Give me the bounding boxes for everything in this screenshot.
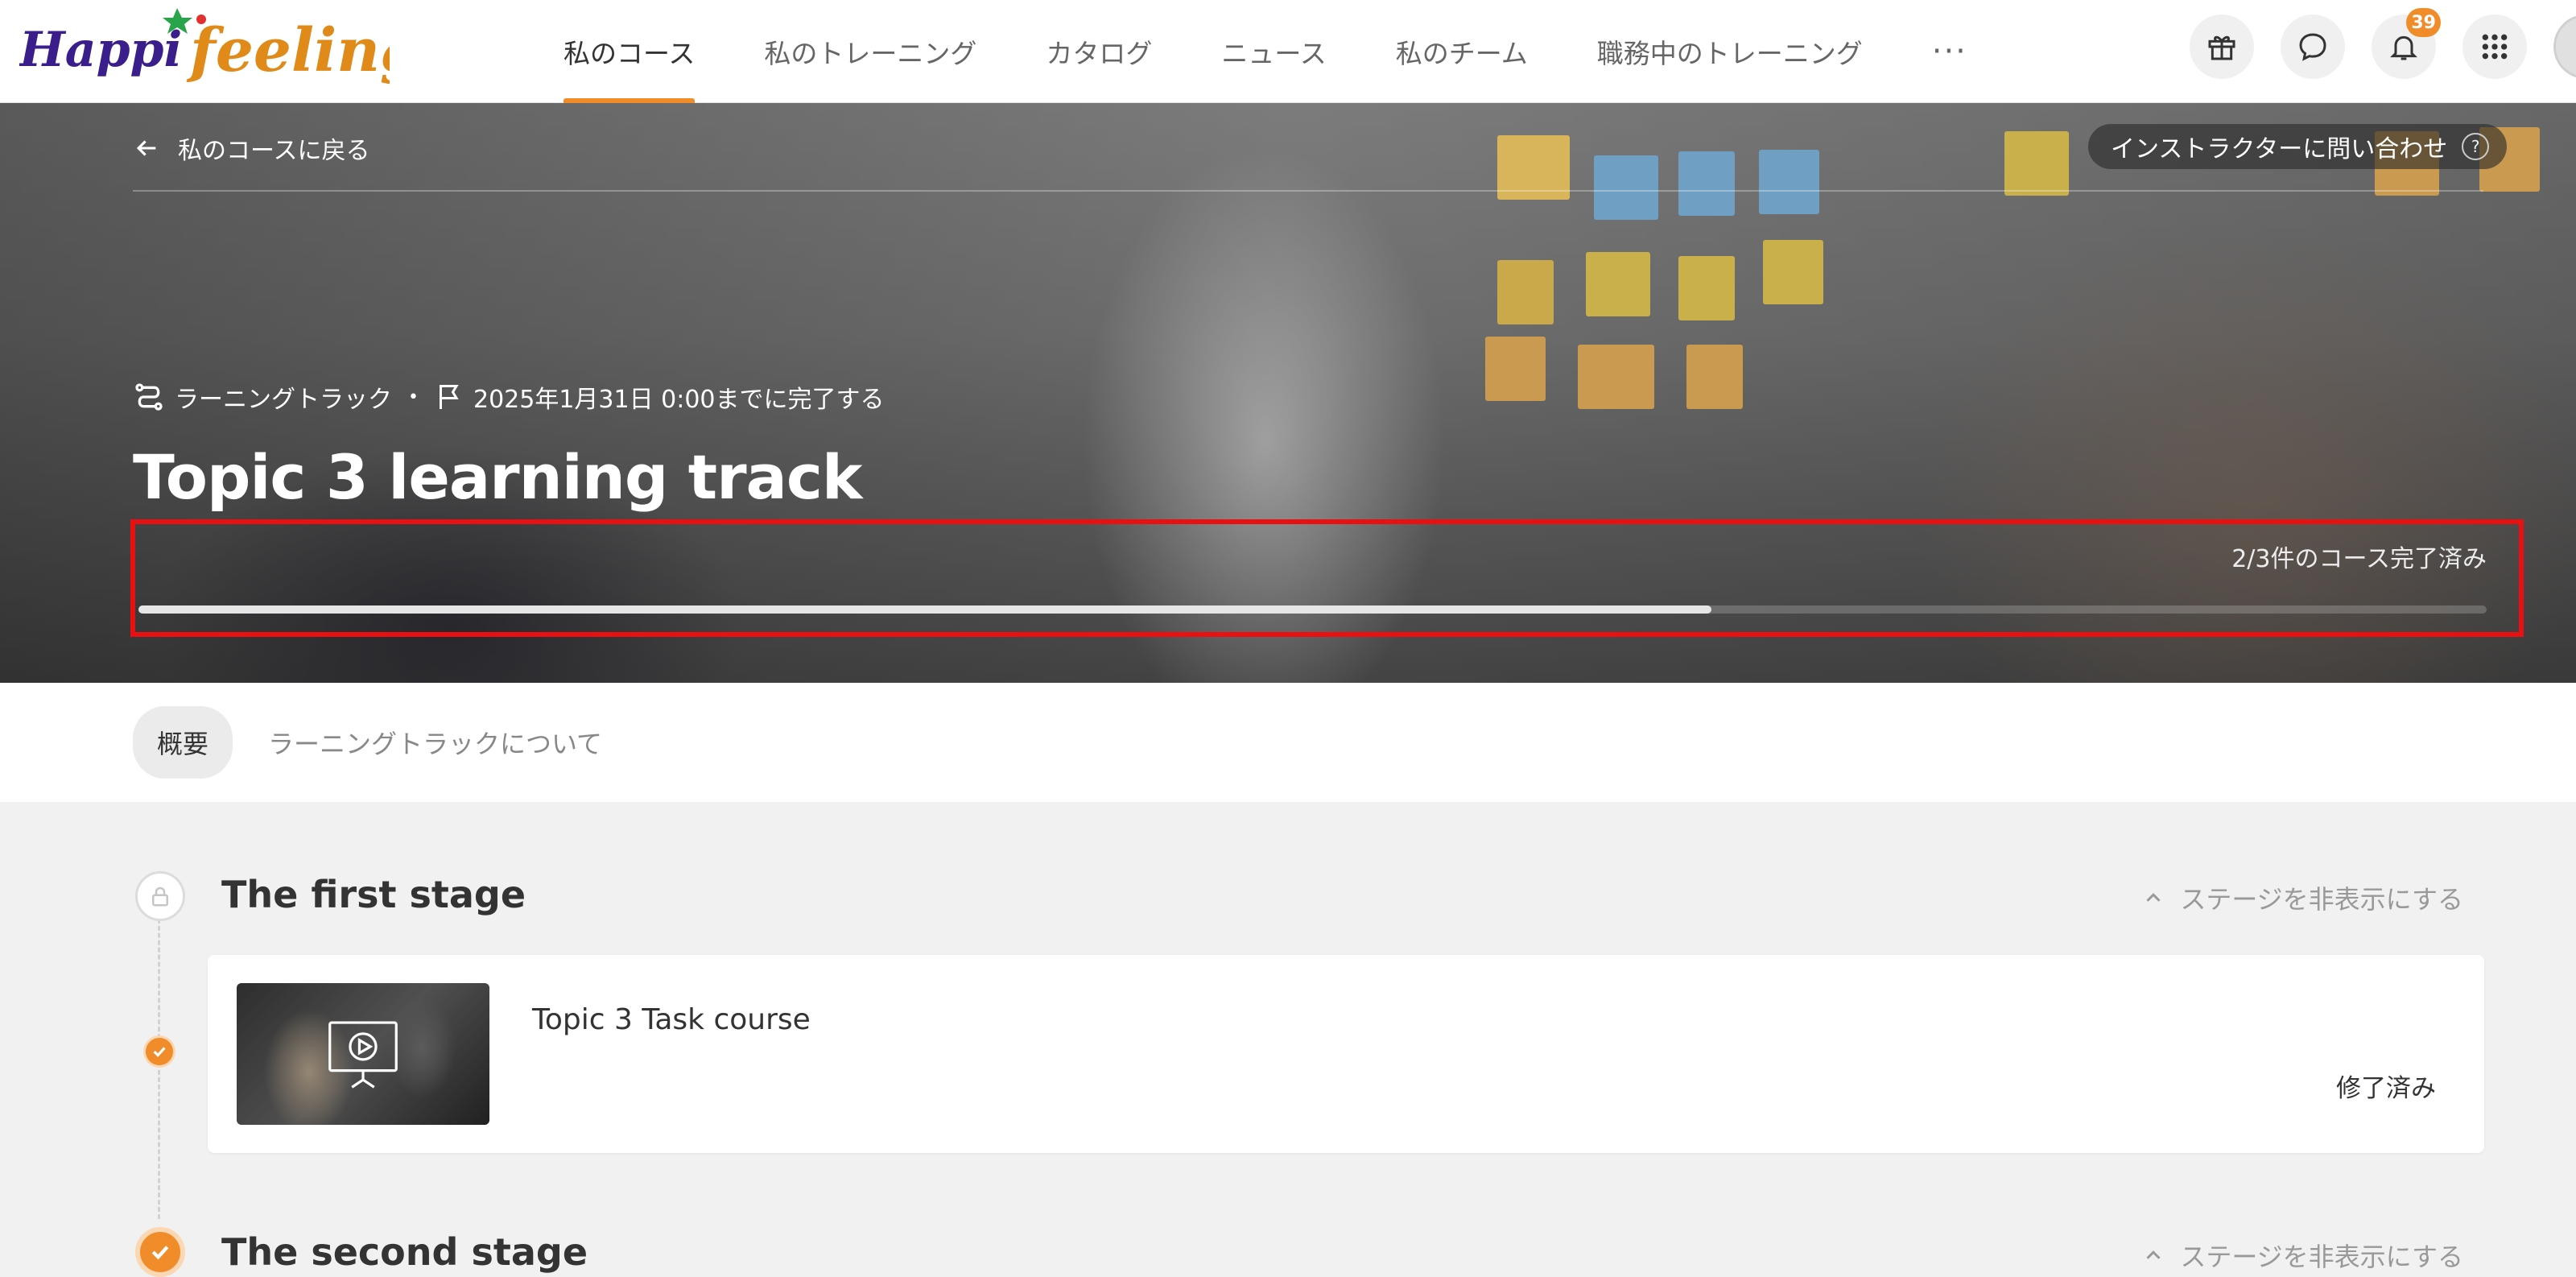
hide-stage-label: ステージを非表示にする	[2180, 884, 2463, 915]
back-link-label: 私のコースに戻る	[178, 137, 370, 165]
user-avatar[interactable]	[2553, 14, 2576, 79]
course-thumbnail-overlay	[237, 983, 489, 1125]
sticky-note	[1578, 345, 1654, 409]
check-icon	[151, 1246, 169, 1260]
svg-text:Happi: Happi	[19, 22, 182, 78]
back-to-my-courses-link[interactable]: 私のコースに戻る	[133, 130, 370, 166]
hero-divider	[133, 190, 2483, 192]
chevron-up-icon	[2146, 893, 2161, 902]
sticky-note	[1497, 260, 1554, 324]
progress-bar	[138, 605, 2487, 614]
happifeeling-logo[interactable]: Happi feeling	[19, 8, 390, 97]
due-date-label: 2025年1月31日 0:00までに完了する	[473, 386, 885, 414]
course-card[interactable]: Topic 3 Task course 修了済み	[208, 955, 2484, 1153]
page-title: Topic 3 learning track	[133, 441, 862, 513]
hide-stage-label: ステージを非表示にする	[2180, 1242, 2463, 1272]
tab-about-learning-track[interactable]: ラーニングトラックについて	[268, 724, 602, 761]
sticky-note	[1678, 151, 1735, 216]
tab-overview[interactable]: 概要	[133, 706, 233, 779]
chat-icon	[2299, 33, 2326, 61]
ask-instructor-button[interactable]: インストラクターに問い合わせ ?	[2088, 124, 2508, 169]
progress-bar-fill	[138, 605, 1712, 614]
gift-button[interactable]	[2190, 14, 2254, 79]
sticky-note	[2004, 131, 2069, 196]
apps-menu-button[interactable]	[2462, 14, 2527, 79]
arrow-left-icon	[136, 140, 156, 156]
hide-stage-button[interactable]: ステージを非表示にする	[2141, 1237, 2463, 1274]
flag-icon	[439, 385, 459, 409]
track-progress-section: 2/3件のコース完了済み	[130, 519, 2524, 637]
course-title: Topic 3 Task course	[532, 1003, 811, 1036]
nav-my-training[interactable]: 私のトレーニング	[748, 0, 993, 103]
sticky-note	[1594, 155, 1658, 220]
top-navigation-bar: Happi feeling 私のコース 私のトレーニング カタログ ニュース 私…	[0, 0, 2576, 103]
nav-news[interactable]: ニュース	[1205, 0, 1342, 103]
notifications-button[interactable]: 39	[2372, 8, 2441, 79]
nav-my-courses[interactable]: 私のコース	[547, 0, 711, 103]
stage-title: The first stage	[221, 873, 526, 916]
tab-bar: 概要 ラーニングトラックについて	[0, 683, 2576, 802]
sticky-note	[1686, 345, 1743, 409]
stage-lock-status	[135, 871, 185, 921]
track-meta: ラーニングトラック • 2025年1月31日 0:00までに完了する	[133, 379, 885, 415]
track-type-label: ラーニングトラック	[175, 386, 392, 414]
learning-track-icon	[135, 383, 163, 411]
hero-banner: 私のコースに戻る インストラクターに問い合わせ ? ラーニングトラック • 20…	[0, 103, 2576, 683]
ask-instructor-label: インストラクターに問い合わせ	[2111, 135, 2448, 163]
main-nav: 私のコース 私のトレーニング カタログ ニュース 私のチーム 職務中のトレーニン…	[547, 0, 1984, 103]
nav-catalog[interactable]: カタログ	[1030, 0, 1168, 103]
course-thumbnail	[237, 983, 489, 1125]
chevron-up-icon	[2146, 1250, 2161, 1259]
check-icon	[153, 1047, 166, 1057]
svg-text:feeling: feeling	[186, 16, 390, 85]
apps-grid-icon	[2482, 34, 2508, 60]
video-presentation-icon	[328, 1021, 398, 1089]
sticky-note	[1485, 337, 1546, 401]
stage-complete-status	[135, 1227, 185, 1277]
nav-on-the-job-training[interactable]: 職務中のトレーニング	[1581, 0, 1879, 103]
sticky-note	[1678, 256, 1735, 320]
hide-stage-button[interactable]: ステージを非表示にする	[2141, 879, 2463, 916]
sticky-note	[1763, 240, 1823, 304]
sticky-note	[1586, 252, 1650, 316]
meta-separator: •	[408, 386, 419, 407]
sticky-note	[1759, 150, 1819, 214]
gift-icon	[2208, 35, 2235, 60]
nav-my-team[interactable]: 私のチーム	[1380, 0, 1544, 103]
help-icon: ?	[2462, 133, 2490, 160]
notification-count-badge: 39	[2406, 8, 2441, 37]
course-completed-marker	[143, 1035, 175, 1068]
course-status: 修了済み	[2336, 1074, 2436, 1103]
lock-icon	[152, 886, 168, 907]
progress-text: 2/3件のコース完了済み	[2231, 545, 2487, 573]
stage-title: The second stage	[221, 1230, 588, 1274]
chat-button[interactable]	[2281, 14, 2345, 79]
nav-more-button[interactable]: ···	[1916, 33, 1984, 70]
stages-section: The first stage ステージを非表示にする Topic 3 Task…	[0, 802, 2576, 1277]
